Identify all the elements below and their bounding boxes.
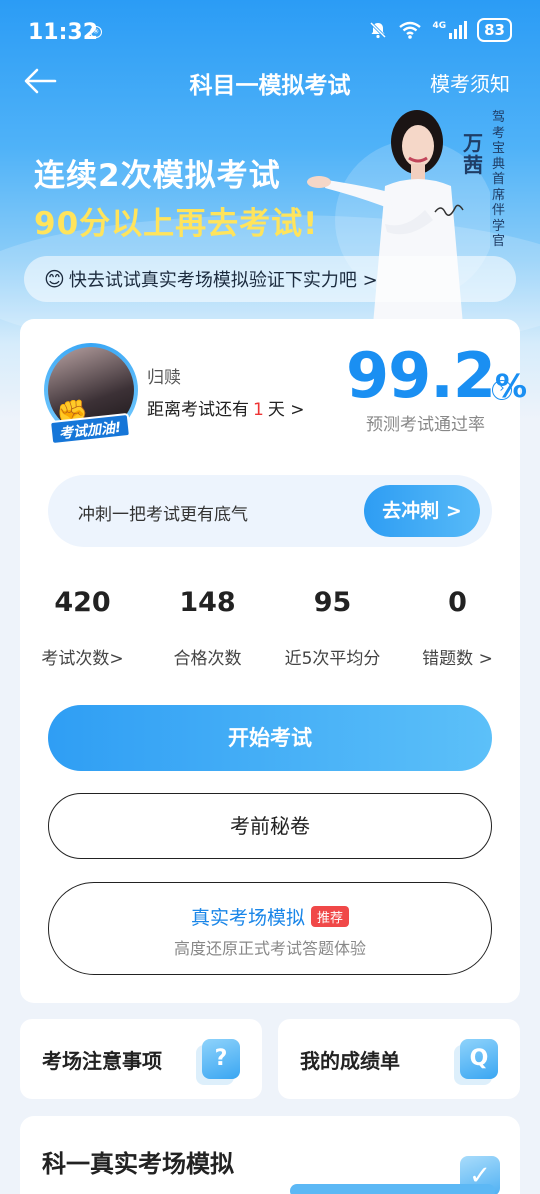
recommend-badge: 推荐 bbox=[311, 906, 350, 927]
exam-notice-tile[interactable]: 考场注意事项 ? bbox=[20, 1019, 262, 1099]
real-exam-prompt-bar[interactable]: 😊 快去试试真实考场模拟验证下实力吧 > bbox=[24, 256, 516, 302]
chevron-right-circle-icon[interactable]: › bbox=[492, 380, 512, 400]
stat-label: 合格次数 bbox=[173, 649, 242, 669]
exam-instructions-link[interactable]: 模考须知 bbox=[430, 68, 510, 97]
countdown-suffix: 天 > bbox=[267, 400, 305, 420]
spokesperson-name: 万茜 bbox=[463, 131, 483, 177]
prompt-text: 快去试试真实考场模拟验证下实力吧 > bbox=[68, 270, 378, 291]
spokesperson-title: 驾考宝典首席伴学官 bbox=[492, 110, 506, 249]
notification-dot-icon: ✳ bbox=[90, 26, 102, 38]
stat-value: 0 bbox=[448, 587, 467, 618]
sprint-button[interactable]: 去冲刺 > bbox=[364, 485, 480, 537]
exam-main-card: ✊ 考试加油! 归赎 距离考试还有 1 天 > 99.2% › 预测考试通过率 冲刺… bbox=[20, 319, 527, 1003]
stat-value: 148 bbox=[179, 587, 236, 618]
mute-bell-icon bbox=[370, 21, 387, 39]
countdown-prefix: 距离考试还有 bbox=[147, 400, 249, 420]
signal-4g-icon: 4G bbox=[432, 21, 468, 39]
countdown-days: 1 bbox=[253, 400, 264, 420]
stat-label: 错题数 > bbox=[422, 649, 493, 669]
report-search-icon: Q bbox=[460, 1039, 498, 1079]
pass-rate-number: 99.2 bbox=[346, 339, 496, 412]
stat-label: 考试次数> bbox=[41, 649, 124, 669]
battery-indicator: 83 bbox=[477, 18, 512, 42]
decorative-bar bbox=[290, 1184, 495, 1194]
stat-label: 近5次平均分 bbox=[284, 649, 381, 669]
sprint-text: 冲刺一把考试更有底气 bbox=[78, 505, 248, 525]
real-exam-simulation-button[interactable]: 真实考场模拟 推荐 高度还原正式考试答题体验 bbox=[48, 882, 492, 975]
exam-notice-label: 考场注意事项 bbox=[42, 1049, 162, 1073]
real-exam-section-card[interactable]: 科一真实考场模拟 ✓ bbox=[20, 1116, 520, 1194]
start-exam-button[interactable]: 开始考试 bbox=[48, 705, 492, 771]
wifi-icon bbox=[399, 21, 422, 39]
stat-exam-count[interactable]: 420 考试次数> bbox=[20, 587, 145, 669]
stat-wrong-count[interactable]: 0 错题数 > bbox=[395, 587, 520, 669]
exam-countdown-link[interactable]: 距离考试还有 1 天 > bbox=[147, 395, 304, 420]
network-type-label: 4G bbox=[432, 21, 447, 31]
pass-rate-value[interactable]: 99.2% bbox=[346, 339, 527, 412]
user-name: 归赎 bbox=[147, 368, 181, 388]
exam-stats: 420 考试次数> 148 合格次数 95 近5次平均分 0 错题数 > bbox=[20, 587, 520, 677]
pre-exam-secret-paper-button[interactable]: 考前秘卷 bbox=[48, 793, 492, 859]
section-title: 科一真实考场模拟 bbox=[42, 1150, 234, 1178]
stat-value: 420 bbox=[54, 587, 111, 618]
score-report-tile[interactable]: 我的成绩单 Q bbox=[278, 1019, 520, 1099]
stat-value: 95 bbox=[313, 587, 352, 618]
real-exam-title-row: 真实考场模拟 推荐 bbox=[49, 903, 491, 930]
slogan-line-2: 90分以上再去考试! bbox=[34, 206, 319, 242]
stat-average-score: 95 近5次平均分 bbox=[270, 587, 395, 669]
stat-pass-count: 148 合格次数 bbox=[145, 587, 270, 669]
sprint-banner: 冲刺一把考试更有底气 去冲刺 > bbox=[48, 475, 492, 547]
real-exam-title: 真实考场模拟 bbox=[190, 907, 305, 929]
status-bar: 11:32 ✳ 4G 83 bbox=[0, 0, 540, 62]
slogan-line-1: 连续2次模拟考试 bbox=[34, 158, 281, 194]
question-icon: ? bbox=[202, 1039, 240, 1079]
score-report-label: 我的成绩单 bbox=[300, 1049, 400, 1073]
smile-emoji-icon: 😊 bbox=[44, 267, 65, 291]
status-time: 11:32 bbox=[28, 20, 99, 45]
pass-rate-label: 预测考试通过率 bbox=[366, 415, 485, 435]
real-exam-subtitle: 高度还原正式考试答题体验 bbox=[173, 939, 366, 958]
status-icons: 4G 83 bbox=[368, 18, 512, 42]
